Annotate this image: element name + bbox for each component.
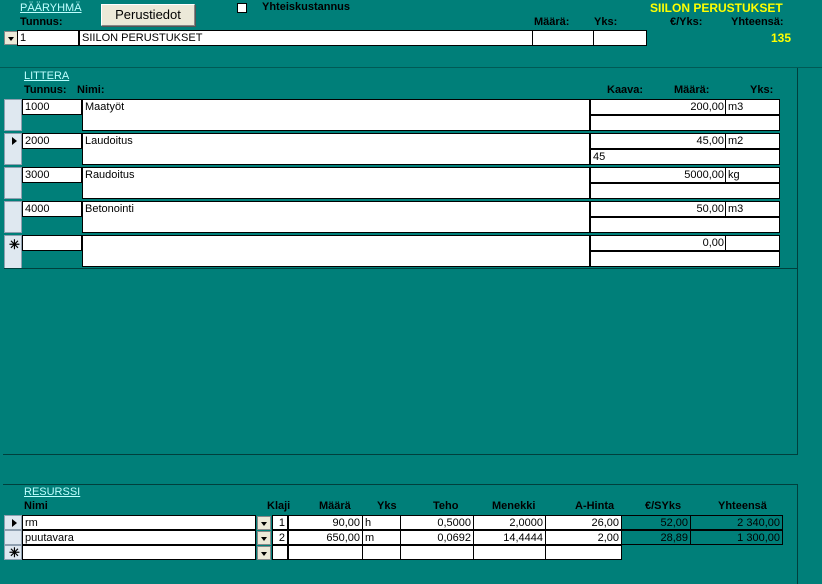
littera-yks-field[interactable]: m2 bbox=[725, 133, 780, 149]
group-title: SIILON PERUSTUKSET bbox=[650, 1, 783, 15]
littera-tunnus-field[interactable]: 2000 bbox=[22, 133, 82, 149]
littera-yks-field[interactable]: m3 bbox=[725, 201, 780, 217]
littera-tunnus-field[interactable]: 1000 bbox=[22, 99, 82, 115]
resurssi-nimi-dropdown-icon[interactable] bbox=[257, 516, 271, 530]
littera-kaava-field[interactable] bbox=[590, 183, 780, 199]
littera-nimi-field[interactable]: Raudoitus bbox=[82, 167, 590, 199]
header-yhteensa-value: 135 bbox=[771, 31, 792, 45]
littera-divider bbox=[4, 268, 798, 269]
header-section-title: PÄÄRYHMÄ bbox=[20, 2, 82, 14]
resurssi-ahinta-field[interactable]: 2,00 bbox=[545, 530, 622, 545]
littera-nimi-field[interactable]: Laudoitus bbox=[82, 133, 590, 165]
littera-yks-field[interactable]: m3 bbox=[725, 99, 780, 115]
resurssi-yhteensa-value: 1 300,00 bbox=[690, 530, 783, 545]
resurssi-yks-field[interactable] bbox=[362, 545, 401, 560]
header-tunnus-field[interactable]: 1 bbox=[17, 30, 79, 46]
resurssi-nimi-dropdown-icon[interactable] bbox=[257, 531, 271, 545]
resurssi-col-maara: Määrä bbox=[319, 500, 351, 512]
littera-nimi-field[interactable] bbox=[82, 235, 590, 267]
littera-maara-field[interactable]: 50,00 bbox=[590, 201, 727, 217]
resurssi-teho-field[interactable]: 0,0692 bbox=[400, 530, 474, 545]
resurssi-col-nimi: Nimi bbox=[24, 500, 48, 512]
resurssi-maara-field[interactable] bbox=[288, 545, 363, 560]
tunnus-dropdown-icon[interactable] bbox=[4, 31, 18, 45]
resurssi-ahinta-field[interactable] bbox=[545, 545, 622, 560]
littera-kaava-field[interactable] bbox=[590, 115, 780, 131]
littera-kaava-field[interactable]: 45 bbox=[590, 149, 780, 165]
resurssi-nimi-field[interactable]: puutavara bbox=[22, 530, 256, 545]
littera-maara-field[interactable]: 45,00 bbox=[590, 133, 727, 149]
resurssi-row-selector[interactable] bbox=[4, 530, 22, 545]
resurssi-row-selector-current[interactable] bbox=[4, 515, 22, 530]
header-name-field[interactable]: SIILON PERUSTUKSET bbox=[79, 30, 533, 46]
header-col-yhteensa: Yhteensä: bbox=[731, 16, 784, 28]
littera-nimi-field[interactable]: Betonointi bbox=[82, 201, 590, 233]
resurssi-col-yks: Yks bbox=[377, 500, 397, 512]
littera-kaava-field[interactable] bbox=[590, 217, 780, 233]
littera-row-selector-current[interactable] bbox=[4, 133, 22, 165]
littera-row-selector[interactable] bbox=[4, 201, 22, 233]
resurssi-laji-field[interactable] bbox=[272, 545, 288, 560]
littera-col-kaava: Kaava: bbox=[607, 84, 644, 96]
resurssi-laji-field[interactable]: 2 bbox=[272, 530, 288, 545]
littera-tunnus-field[interactable]: 4000 bbox=[22, 201, 82, 217]
littera-col-yks: Yks: bbox=[750, 84, 774, 96]
resurssi-nimi-field[interactable]: rm bbox=[22, 515, 256, 530]
resurssi-new-row-selector[interactable]: ✳ bbox=[4, 545, 22, 560]
littera-col-tunnus: Tunnus: bbox=[24, 84, 67, 96]
resurssi-section-title: RESURSSI bbox=[24, 486, 81, 498]
littera-kaava-field[interactable] bbox=[590, 251, 780, 267]
yhteiskustannus-label: Yhteiskustannus bbox=[262, 1, 351, 13]
resurssi-col-menekki: Menekki bbox=[492, 500, 536, 512]
resurssi-ahinta-field[interactable]: 26,00 bbox=[545, 515, 622, 530]
littera-col-maara: Määrä: bbox=[674, 84, 710, 96]
header-col-maara: Määrä: bbox=[534, 16, 570, 28]
resurssi-nimi-field[interactable] bbox=[22, 545, 256, 560]
resurssi-maara-field[interactable]: 650,00 bbox=[288, 530, 363, 545]
littera-tunnus-field[interactable] bbox=[22, 235, 82, 251]
header-maara-field[interactable] bbox=[532, 30, 594, 46]
littera-maara-field[interactable]: 5000,00 bbox=[590, 167, 727, 183]
littera-col-nimi: Nimi: bbox=[77, 84, 105, 96]
resurssi-nimi-dropdown-icon[interactable] bbox=[257, 546, 271, 560]
resurssi-col-eursyks: €/SYks bbox=[645, 500, 682, 512]
resurssi-yks-field[interactable]: h bbox=[362, 515, 401, 530]
resurssi-laji-field[interactable]: 1 bbox=[272, 515, 288, 530]
littera-row-selector[interactable] bbox=[4, 99, 22, 131]
resurssi-teho-field[interactable]: 0,5000 bbox=[400, 515, 474, 530]
header-col-yks: Yks: bbox=[594, 16, 618, 28]
littera-maara-field[interactable]: 200,00 bbox=[590, 99, 727, 115]
yhteiskustannus-checkbox[interactable] bbox=[237, 3, 247, 13]
header-col-tunnus: Tunnus: bbox=[20, 16, 63, 28]
header-col-eur-yks: €/Yks: bbox=[670, 16, 703, 28]
resurssi-col-laji: Klaji bbox=[267, 500, 291, 512]
littera-new-row-selector[interactable]: ✳ bbox=[4, 235, 22, 269]
resurssi-yhteensa-value: 2 340,00 bbox=[690, 515, 783, 530]
resurssi-col-yhteensa: Yhteensä bbox=[718, 500, 767, 512]
resurssi-col-ahinta: A-Hinta bbox=[575, 500, 615, 512]
resurssi-teho-field[interactable] bbox=[400, 545, 474, 560]
new-record-icon: ✳ bbox=[9, 545, 20, 560]
littera-section-title: LITTERA bbox=[24, 70, 70, 82]
resurssi-menekki-field[interactable] bbox=[473, 545, 546, 560]
new-record-icon: ✳ bbox=[9, 237, 20, 252]
littera-row-selector[interactable] bbox=[4, 167, 22, 199]
littera-yks-field[interactable] bbox=[725, 235, 780, 251]
resurssi-eursyks-value: 52,00 bbox=[621, 515, 691, 530]
littera-yks-field[interactable]: kg bbox=[725, 167, 780, 183]
resurssi-yks-field[interactable]: m bbox=[362, 530, 401, 545]
littera-nimi-field[interactable]: Maatyöt bbox=[82, 99, 590, 131]
perustiedot-button[interactable]: Perustiedot bbox=[101, 4, 195, 26]
resurssi-maara-field[interactable]: 90,00 bbox=[288, 515, 363, 530]
header-yks-field[interactable] bbox=[593, 30, 647, 46]
resurssi-menekki-field[interactable]: 14,4444 bbox=[473, 530, 546, 545]
littera-maara-field[interactable]: 0,00 bbox=[590, 235, 727, 251]
resurssi-eursyks-value: 28,89 bbox=[621, 530, 691, 545]
littera-tunnus-field[interactable]: 3000 bbox=[22, 167, 82, 183]
resurssi-menekki-field[interactable]: 2,0000 bbox=[473, 515, 546, 530]
resurssi-col-teho: Teho bbox=[433, 500, 459, 512]
